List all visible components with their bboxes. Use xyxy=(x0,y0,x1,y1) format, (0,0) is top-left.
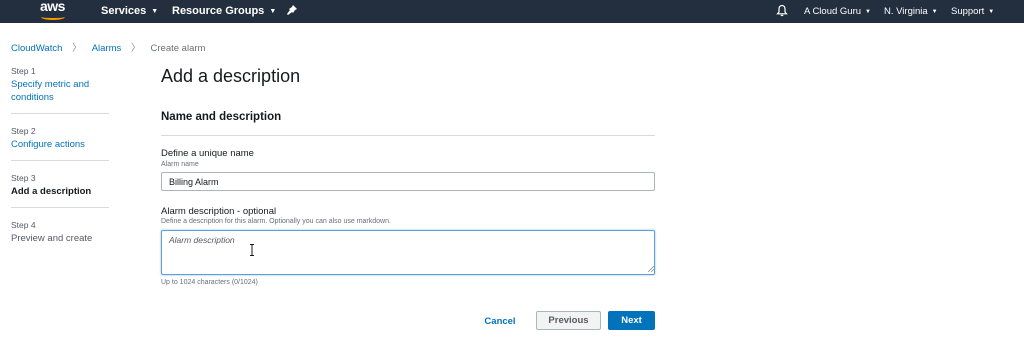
step-number: Step 3 xyxy=(11,173,36,183)
description-field-sublabel: Define a description for this alarm. Opt… xyxy=(161,218,391,225)
alarm-description-textarea[interactable] xyxy=(161,230,655,275)
cancel-button[interactable]: Cancel xyxy=(478,312,522,330)
account-label: A Cloud Guru xyxy=(804,6,862,17)
next-button[interactable]: Next xyxy=(608,311,655,330)
page-title: Add a description xyxy=(161,66,301,86)
previous-button[interactable]: Previous xyxy=(536,311,601,330)
aws-logo-smile xyxy=(41,14,65,20)
chevron-down-icon: ▼ xyxy=(988,9,995,15)
description-field-label: Alarm description - optional xyxy=(161,206,277,217)
step-divider xyxy=(11,113,109,114)
section-title: Name and description xyxy=(161,111,282,123)
aws-logo[interactable]: aws xyxy=(38,0,68,23)
aws-logo-text: aws xyxy=(40,0,65,14)
services-menu[interactable]: Services ▼ xyxy=(101,5,158,17)
step-3: Step 3 Add a description xyxy=(11,173,109,198)
step-number: Step 1 xyxy=(11,66,36,76)
support-menu[interactable]: Support ▼ xyxy=(951,6,994,17)
step-divider xyxy=(11,207,109,208)
step-2-link[interactable]: Configure actions xyxy=(11,138,109,151)
step-4-label: Preview and create xyxy=(11,233,93,244)
chevron-down-icon: ▼ xyxy=(151,8,159,15)
name-field-sublabel: Alarm name xyxy=(161,161,199,168)
chevron-right-icon: 〉 xyxy=(130,43,141,54)
account-menu[interactable]: A Cloud Guru ▼ xyxy=(804,6,871,17)
breadcrumb: CloudWatch 〉 Alarms 〉 Create alarm xyxy=(11,39,205,54)
chevron-down-icon: ▼ xyxy=(865,9,871,15)
pin-icon[interactable] xyxy=(286,4,298,16)
resource-groups-label: Resource Groups xyxy=(172,5,265,17)
top-navigation-bar: aws Services ▼ Resource Groups ▼ A Cloud G… xyxy=(0,0,1024,23)
step-number: Step 2 xyxy=(11,126,36,136)
breadcrumb-alarms[interactable]: Alarms xyxy=(92,43,122,54)
step-number: Step 4 xyxy=(11,220,36,230)
chevron-down-icon: ▼ xyxy=(931,9,938,15)
step-1-link[interactable]: Specify metric and conditions xyxy=(11,78,109,104)
step-2: Step 2 Configure actions xyxy=(11,126,109,151)
region-menu[interactable]: N. Virginia ▼ xyxy=(884,6,938,17)
section-divider xyxy=(161,135,655,136)
step-divider xyxy=(11,160,109,161)
chevron-down-icon: ▼ xyxy=(269,8,277,15)
step-3-current: Add a description xyxy=(11,186,92,197)
services-label: Services xyxy=(101,5,147,17)
character-count-hint: Up to 1024 characters (0/1024) xyxy=(161,279,258,286)
bell-icon[interactable] xyxy=(776,4,788,17)
chevron-right-icon: 〉 xyxy=(72,43,83,54)
resize-grip-icon[interactable] xyxy=(648,266,654,272)
resource-groups-menu[interactable]: Resource Groups ▼ xyxy=(172,5,276,17)
alarm-name-input[interactable] xyxy=(161,172,655,191)
region-label: N. Virginia xyxy=(884,6,928,17)
text-cursor-icon xyxy=(250,244,254,256)
step-4: Step 4 Preview and create xyxy=(11,220,109,245)
step-1: Step 1 Specify metric and conditions xyxy=(11,66,109,104)
support-label: Support xyxy=(951,6,985,17)
breadcrumb-cloudwatch[interactable]: CloudWatch xyxy=(11,43,62,54)
name-field-label: Define a unique name xyxy=(161,148,254,159)
breadcrumb-create-alarm: Create alarm xyxy=(150,43,206,54)
